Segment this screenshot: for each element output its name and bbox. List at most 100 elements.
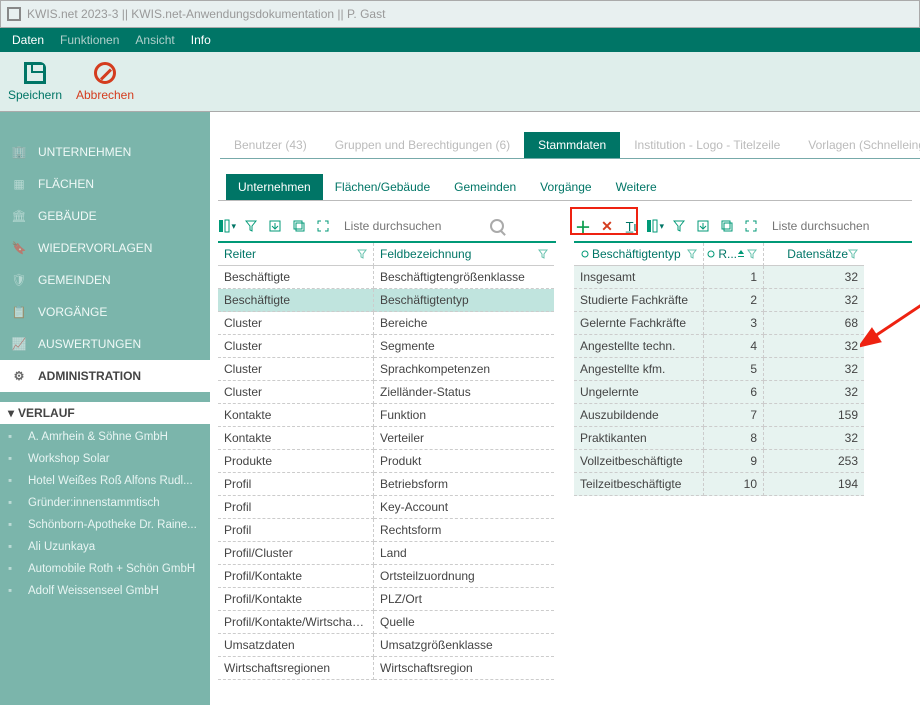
sidebar-item-auswertungen[interactable]: 📈AUSWERTUNGEN [0, 328, 210, 360]
table-row[interactable]: Insgesamt132 [574, 266, 912, 289]
toolbar: Speichern Abbrechen [0, 52, 920, 112]
table-row[interactable]: ClusterSprachkompetenzen [218, 358, 556, 381]
sidebar-item-gemeinden[interactable]: 🛡GEMEINDEN [0, 264, 210, 296]
delete-button[interactable]: ✕ [598, 217, 616, 235]
filter-icon[interactable] [242, 217, 260, 235]
history-header[interactable]: ▾ VERLAUF [0, 402, 210, 424]
cell-r: 1 [704, 266, 764, 289]
cell-feldbezeichnung: Segmente [374, 335, 554, 358]
columns-icon[interactable]: ▾ [646, 217, 664, 235]
cell-reiter: Profil [218, 496, 374, 519]
table-row[interactable]: Gelernte Fachkräfte368 [574, 312, 912, 335]
admin-tab[interactable]: Stammdaten [524, 132, 620, 158]
sidebar-item-gebäude[interactable]: 🏛GEBÄUDE [0, 200, 210, 232]
add-button[interactable]: ＋ [574, 217, 592, 235]
table-row[interactable]: KontakteVerteiler [218, 427, 556, 450]
history-item[interactable]: ▪Workshop Solar [0, 448, 210, 470]
table-row[interactable]: Vollzeitbeschäftigte9253 [574, 450, 912, 473]
subtab[interactable]: Unternehmen [226, 174, 323, 200]
subtab[interactable]: Vorgänge [528, 174, 603, 200]
sidebar-item-flächen[interactable]: ▦FLÄCHEN [0, 168, 210, 200]
table-row[interactable]: Angestellte techn.432 [574, 335, 912, 358]
cell-typ: Ungelernte [574, 381, 704, 404]
rename-button[interactable]: T̲ι [622, 217, 640, 235]
cell-datensaetze: 32 [764, 358, 864, 381]
table-row[interactable]: KontakteFunktion [218, 404, 556, 427]
col-reiter[interactable]: Reiter [218, 243, 374, 266]
subtab[interactable]: Flächen/Gebäude [323, 174, 442, 200]
subtab[interactable]: Gemeinden [442, 174, 528, 200]
table-row[interactable]: Angestellte kfm.532 [574, 358, 912, 381]
filter-icon[interactable] [538, 249, 548, 259]
history-item[interactable]: ▪A. Amrhein & Söhne GmbH [0, 426, 210, 448]
table-row[interactable]: Ungelernte632 [574, 381, 912, 404]
cancel-button[interactable]: Abbrechen [70, 62, 140, 102]
history-item[interactable]: ▪Adolf Weissenseel GmbH [0, 580, 210, 602]
table-row[interactable]: ProdukteProdukt [218, 450, 556, 473]
col-r[interactable]: R... [704, 243, 764, 266]
copy-icon[interactable] [718, 217, 736, 235]
filter-icon[interactable] [687, 249, 697, 259]
subtab[interactable]: Weitere [604, 174, 669, 200]
col-beschaeftigtentyp[interactable]: Beschäftigtentyp [574, 243, 704, 266]
sidebar-item-label: FLÄCHEN [38, 177, 94, 191]
table-row[interactable]: Profil/Kontakte/Wirtschaftsr...Quelle [218, 611, 556, 634]
filter-icon[interactable] [670, 217, 688, 235]
copy-icon[interactable] [290, 217, 308, 235]
expand-icon[interactable] [314, 217, 332, 235]
table-row[interactable]: WirtschaftsregionenWirtschaftsregion [218, 657, 556, 680]
history-item[interactable]: ▪Schönborn-Apotheke Dr. Raine... [0, 514, 210, 536]
sidebar-item-unternehmen[interactable]: 🏢UNTERNEHMEN [0, 136, 210, 168]
search-icon[interactable] [490, 219, 504, 233]
table-row[interactable]: UmsatzdatenUmsatzgrößenklasse [218, 634, 556, 657]
history-item[interactable]: ▪Ali Uzunkaya [0, 536, 210, 558]
filter-icon[interactable] [848, 249, 858, 259]
filter-icon[interactable] [747, 249, 757, 259]
table-row[interactable]: ClusterSegmente [218, 335, 556, 358]
history-item[interactable]: ▪Gründer:innenstammtisch [0, 492, 210, 514]
columns-icon[interactable]: ▾ [218, 217, 236, 235]
table-row[interactable]: ProfilKey-Account [218, 496, 556, 519]
table-row[interactable]: ProfilBetriebsform [218, 473, 556, 496]
admin-tab[interactable]: Vorlagen (Schnelleingabe- [794, 132, 920, 158]
table-row[interactable]: Profil/ClusterLand [218, 542, 556, 565]
menu-ansicht[interactable]: Ansicht [127, 33, 182, 47]
sidebar-item-administration[interactable]: ⚙ADMINISTRATION [0, 360, 210, 392]
menu-funktionen[interactable]: Funktionen [52, 33, 127, 47]
table-row[interactable]: Profil/KontaktePLZ/Ort [218, 588, 556, 611]
right-search-input[interactable] [772, 219, 912, 233]
history-item[interactable]: ▪Hotel Weißes Roß Alfons Rudl... [0, 470, 210, 492]
export-icon[interactable] [266, 217, 284, 235]
table-row[interactable]: BeschäftigteBeschäftigtengrößenklasse [218, 266, 556, 289]
table-row[interactable]: Studierte Fachkräfte232 [574, 289, 912, 312]
save-button[interactable]: Speichern [0, 62, 70, 102]
left-search-input[interactable] [344, 219, 484, 233]
export-icon[interactable] [694, 217, 712, 235]
col-feldbezeichnung[interactable]: Feldbezeichnung [374, 243, 554, 266]
nav-icon: 🛡 [10, 273, 28, 287]
sidebar-item-label: VORGÄNGE [38, 305, 107, 319]
table-row[interactable]: Praktikanten832 [574, 427, 912, 450]
admin-tab[interactable]: Institution - Logo - Titelzeile [620, 132, 794, 158]
admin-tab[interactable]: Gruppen und Berechtigungen (6) [321, 132, 524, 158]
history-item[interactable]: ▪Automobile Roth + Schön GmbH [0, 558, 210, 580]
table-row[interactable]: Auszubildende7159 [574, 404, 912, 427]
sort-asc-icon[interactable] [737, 249, 745, 259]
table-row[interactable]: ClusterZielländer-Status [218, 381, 556, 404]
sidebar-item-label: AUSWERTUNGEN [38, 337, 141, 351]
expand-icon[interactable] [742, 217, 760, 235]
sidebar-item-wiedervorlagen[interactable]: 🔖WIEDERVORLAGEN [0, 232, 210, 264]
table-row[interactable]: BeschäftigteBeschäftigtentyp [218, 289, 556, 312]
table-row[interactable]: ClusterBereiche [218, 312, 556, 335]
menu-daten[interactable]: Daten [4, 33, 52, 47]
table-row[interactable]: Teilzeitbeschäftigte10194 [574, 473, 912, 496]
col-datensaetze[interactable]: Datensätze [764, 243, 864, 266]
filter-icon[interactable] [357, 249, 367, 259]
admin-tab[interactable]: Benutzer (43) [220, 132, 321, 158]
table-row[interactable]: ProfilRechtsform [218, 519, 556, 542]
cell-datensaetze: 253 [764, 450, 864, 473]
sidebar-item-vorgänge[interactable]: 📋VORGÄNGE [0, 296, 210, 328]
cell-feldbezeichnung: Produkt [374, 450, 554, 473]
table-row[interactable]: Profil/KontakteOrtsteilzuordnung [218, 565, 556, 588]
menu-info[interactable]: Info [183, 33, 219, 47]
